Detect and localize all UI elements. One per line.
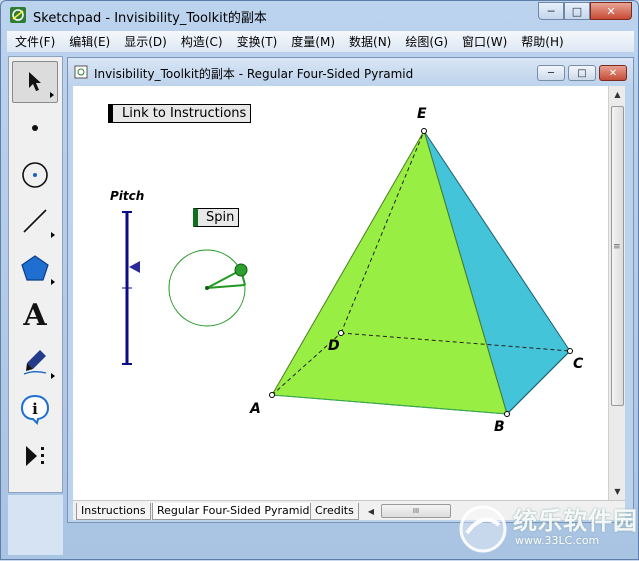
polygon-tool[interactable]	[12, 247, 58, 289]
vertex-C-point[interactable]	[567, 348, 573, 354]
text-tool-icon: A	[23, 297, 47, 333]
minimize-icon: ─	[547, 67, 555, 79]
vertex-label-D: D	[328, 338, 340, 354]
menu-edit[interactable]: 编辑(E)	[61, 33, 116, 50]
toolbox: A i	[8, 56, 63, 493]
minimize-button[interactable]: ─	[538, 2, 564, 20]
vertex-D-point[interactable]	[338, 330, 344, 336]
watermark: 统乐软件园 www.33LC.com	[453, 495, 639, 561]
watermark-url: www.33LC.com	[515, 534, 600, 547]
point-tool[interactable]	[12, 107, 58, 149]
information-tool[interactable]: i	[12, 388, 58, 430]
vertex-label-C: C	[573, 356, 584, 372]
compass-tool[interactable]	[12, 154, 58, 196]
vertical-scrollbar[interactable]: ▲ ≡ ▼	[608, 86, 625, 500]
svg-text:i: i	[32, 400, 38, 418]
point-tool-icon	[32, 125, 38, 131]
scroll-grip-icon: ≡	[613, 242, 621, 252]
pitch-slider-handle[interactable]	[129, 261, 140, 273]
menu-help[interactable]: 帮助(H)	[513, 33, 569, 50]
compass-tool-icon	[22, 162, 48, 188]
application-window: Sketchpad - Invisibility_Toolkit的副本 ─ □ …	[0, 0, 639, 560]
minimize-icon: ─	[547, 4, 555, 18]
horizontal-scroll-thumb[interactable]: III	[381, 504, 451, 518]
vertex-A-point[interactable]	[269, 392, 275, 398]
document-close-button[interactable]: ✕	[599, 65, 627, 81]
custom-tool[interactable]	[12, 435, 58, 477]
menu-measure[interactable]: 度量(M)	[283, 33, 341, 50]
polygon-tool-icon	[21, 255, 49, 281]
marker-tool[interactable]	[12, 341, 58, 383]
sketchpad-app-icon	[10, 7, 26, 23]
maximize-icon: □	[571, 4, 583, 18]
window-title: Sketchpad - Invisibility_Toolkit的副本	[33, 11, 267, 26]
straightedge-tool[interactable]	[12, 200, 58, 242]
menu-transform[interactable]: 变换(T)	[229, 33, 284, 50]
document-title: Invisibility_Toolkit的副本 - Regular Four-S…	[94, 67, 414, 81]
toolbox-lower-pane	[8, 495, 63, 555]
straightedge-tool-icon	[23, 209, 47, 233]
menu-display[interactable]: 显示(D)	[116, 33, 173, 50]
text-tool[interactable]: A	[12, 294, 58, 336]
custom-tool-icon	[26, 446, 44, 466]
document-minimize-button[interactable]: ─	[537, 65, 565, 81]
maximize-button[interactable]: □	[564, 2, 590, 20]
menu-window[interactable]: 窗口(W)	[454, 33, 513, 50]
maximize-icon: □	[577, 67, 587, 79]
menu-data[interactable]: 数据(N)	[341, 33, 397, 50]
arrow-tool-icon	[29, 72, 41, 91]
marker-tool-icon	[23, 350, 47, 375]
vertex-E-point[interactable]	[421, 128, 427, 134]
title-bar: Sketchpad - Invisibility_Toolkit的副本 ─ □ …	[1, 1, 638, 30]
tab-instructions[interactable]: Instructions	[76, 503, 151, 520]
vertex-label-E: E	[417, 106, 427, 122]
vertex-label-B: B	[494, 419, 505, 435]
menu-construct[interactable]: 构造(C)	[173, 33, 229, 50]
document-maximize-button[interactable]: □	[568, 65, 596, 81]
spin-handle[interactable]	[234, 263, 248, 277]
vertex-label-A: A	[250, 401, 261, 417]
document-icon	[74, 65, 88, 79]
close-button[interactable]: ✕	[590, 2, 632, 20]
tab-regular-four-sided-pyramid[interactable]: Regular Four-Sided Pyramid	[152, 503, 315, 520]
close-icon: ✕	[608, 67, 618, 79]
tab-credits[interactable]: Credits	[310, 503, 359, 520]
close-icon: ✕	[606, 4, 616, 18]
menu-bar: 文件(F) 编辑(E) 显示(D) 构造(C) 变换(T) 度量(M) 数据(N…	[7, 31, 634, 52]
vertex-B-point[interactable]	[504, 411, 510, 417]
information-tool-icon: i	[20, 394, 50, 425]
document-title-bar: Invisibility_Toolkit的副本 - Regular Four-S…	[68, 58, 633, 86]
watermark-text: 统乐软件园	[513, 507, 638, 535]
arrow-tool[interactable]	[12, 61, 58, 103]
sketch-canvas[interactable]: Link to Instructions Pitch Spin E A B C …	[73, 86, 608, 500]
menu-file[interactable]: 文件(F)	[7, 33, 61, 50]
sketch-drawing	[122, 128, 573, 417]
scroll-left-icon[interactable]: ◀	[364, 504, 378, 518]
spin-center-point	[205, 286, 209, 290]
vertical-scroll-thumb[interactable]: ≡	[611, 106, 624, 406]
menu-graph[interactable]: 绘图(G)	[397, 33, 454, 50]
document-window: Invisibility_Toolkit的副本 - Regular Four-S…	[67, 57, 634, 523]
scroll-up-icon[interactable]: ▲	[609, 86, 626, 103]
watermark-logo-icon	[459, 505, 507, 553]
